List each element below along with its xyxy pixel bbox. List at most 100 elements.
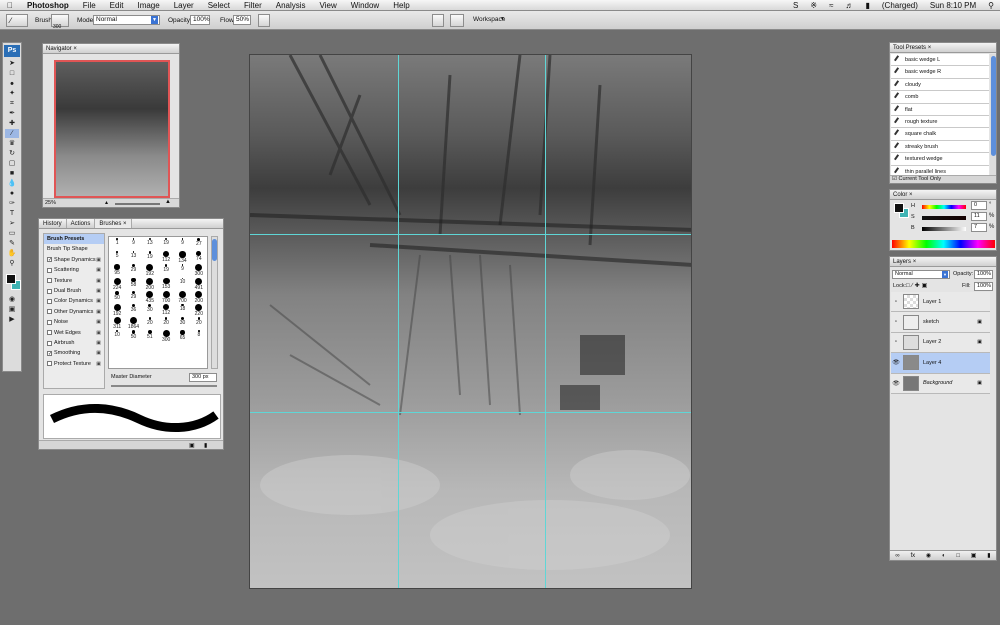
new-preset-icon[interactable]: ▣: [189, 442, 195, 449]
marquee-icon[interactable]: □: [5, 69, 19, 78]
folder-icon[interactable]: □: [956, 553, 960, 559]
brush-preset[interactable]: 1864: [125, 316, 141, 330]
guide-vertical[interactable]: [545, 55, 546, 588]
brush-presets-item[interactable]: Brush Presets: [44, 234, 104, 245]
lock-icon[interactable]: ▣: [96, 359, 101, 369]
current-tool-only-checkbox[interactable]: ☑: [892, 176, 897, 182]
brush-preset[interactable]: 1: [109, 237, 125, 250]
brush-preset[interactable]: 224: [109, 277, 125, 291]
brush-preset[interactable]: 36: [125, 303, 141, 316]
brush-preset[interactable]: 20: [158, 316, 174, 329]
tool-preset-picker[interactable]: ∕: [6, 14, 28, 27]
brush-preset[interactable]: 20: [142, 316, 158, 329]
trash-icon[interactable]: ▮: [987, 552, 990, 559]
zoom-icon[interactable]: ⚲: [5, 259, 19, 268]
lock-options-icon[interactable]: □∕✚▣: [906, 282, 929, 289]
wet-edges-item[interactable]: Wet Edges ▣: [44, 328, 104, 338]
zoom-out-icon[interactable]: ▴: [105, 199, 108, 206]
lock-icon[interactable]: ▣: [96, 276, 101, 286]
blend-mode-select[interactable]: Normal ▼: [892, 270, 950, 279]
checkbox[interactable]: [47, 319, 52, 325]
tool-preset-item[interactable]: streaky brush: [891, 140, 989, 154]
visibility-toggle[interactable]: ▫: [891, 339, 901, 345]
brush-preset[interactable]: 200: [142, 277, 158, 291]
app-menu[interactable]: Photoshop: [20, 1, 76, 10]
tool-preset-item[interactable]: cloudy: [891, 78, 989, 92]
b-field[interactable]: 7: [971, 223, 987, 232]
dodge-icon[interactable]: ●: [5, 189, 19, 198]
saturation-slider[interactable]: [922, 216, 966, 220]
document-canvas[interactable]: [249, 54, 692, 589]
brush-preset[interactable]: 112: [158, 250, 174, 263]
close-icon[interactable]: ×: [73, 46, 77, 52]
battery-icon[interactable]: ▮: [859, 1, 875, 10]
brush-preset[interactable]: 19: [158, 263, 174, 276]
mode-select[interactable]: Normal ▼: [93, 15, 160, 25]
zoom-in-icon[interactable]: ▲: [165, 199, 171, 205]
menu-filter[interactable]: Filter: [237, 1, 269, 10]
brush-preset[interactable]: 30: [174, 316, 190, 329]
close-icon[interactable]: ×: [928, 45, 932, 51]
color-tab[interactable]: Color: [893, 192, 907, 198]
brush-preset[interactable]: 10: [109, 329, 125, 342]
brush-preset[interactable]: 30: [142, 303, 158, 316]
brush-preset[interactable]: 27: [191, 237, 207, 250]
stamp-icon[interactable]: ♛: [5, 139, 19, 148]
lock-icon[interactable]: ▣: [96, 265, 101, 275]
fx-icon[interactable]: fx: [910, 553, 915, 559]
brush-preset[interactable]: 435: [142, 290, 158, 304]
menu-analysis[interactable]: Analysis: [269, 1, 313, 10]
layer-row[interactable]: 👁 Layer 4: [891, 353, 990, 374]
brush-preset[interactable]: 58: [125, 277, 141, 290]
notes-icon[interactable]: ✎: [5, 239, 19, 248]
guide-horizontal[interactable]: [250, 412, 691, 413]
tool-preset-item[interactable]: rough texture: [891, 115, 989, 129]
new-layer-icon[interactable]: ▣: [971, 552, 977, 559]
apple-icon[interactable]: : [0, 1, 20, 10]
palette-toggle-button[interactable]: [432, 14, 444, 27]
color-dynamics-item[interactable]: Color Dynamics ▣: [44, 296, 104, 306]
brush-preset[interactable]: 19: [142, 250, 158, 263]
brush-preset[interactable]: 50: [109, 290, 125, 303]
menu-edit[interactable]: Edit: [103, 1, 131, 10]
lock-icon[interactable]: ▣: [96, 307, 101, 317]
texture-item[interactable]: Texture ▣: [44, 276, 104, 286]
brush-preset[interactable]: 491: [191, 277, 207, 291]
eyedropper-icon[interactable]: ✒: [5, 109, 19, 118]
guide-vertical[interactable]: [398, 55, 399, 588]
visibility-toggle[interactable]: ▫: [891, 319, 901, 325]
pen-icon[interactable]: ✑: [5, 199, 19, 208]
scattering-item[interactable]: Scattering ▣: [44, 265, 104, 275]
magic-wand-icon[interactable]: ✦: [5, 89, 19, 98]
tool-preset-item[interactable]: square chalk: [891, 128, 989, 141]
imageready-icon[interactable]: ▶: [5, 315, 19, 324]
eye-icon[interactable]: 👁: [891, 380, 901, 387]
lasso-icon[interactable]: ⦁: [5, 79, 19, 88]
bluetooth-icon[interactable]: ※: [804, 1, 823, 10]
zoom-slider[interactable]: [115, 203, 160, 205]
brush-preset[interactable]: 300: [158, 329, 174, 343]
trash-icon[interactable]: ▮: [204, 442, 207, 449]
other-dynamics-item[interactable]: Other Dynamics ▣: [44, 307, 104, 317]
brush-preset[interactable]: 65: [174, 329, 190, 342]
layer-opacity-field[interactable]: 100%: [974, 270, 993, 279]
tool-presets-scrollbar[interactable]: [990, 54, 996, 178]
healing-icon[interactable]: ✚: [5, 119, 19, 128]
checkbox[interactable]: [47, 278, 52, 284]
tool-preset-item[interactable]: basic wedge L: [891, 54, 989, 67]
script-icon[interactable]: S: [787, 1, 804, 10]
guide-horizontal[interactable]: [250, 234, 691, 235]
mask-icon[interactable]: ◉: [926, 552, 931, 559]
move-icon[interactable]: ➤: [5, 59, 19, 68]
spotlight-icon[interactable]: ⚲: [982, 1, 1000, 10]
tool-preset-item[interactable]: basic wedge R: [891, 66, 989, 79]
close-icon[interactable]: ×: [913, 259, 917, 265]
layer-row[interactable]: ▫ Layer 1: [891, 292, 990, 313]
smoothing-item[interactable]: ✓ Smoothing ▣: [44, 348, 104, 358]
tool-presets-tab[interactable]: Tool Presets: [893, 45, 926, 51]
menu-clock[interactable]: Sun 8:10 PM: [924, 1, 982, 10]
brush-preset[interactable]: 95: [109, 263, 125, 276]
hue-slider[interactable]: [922, 205, 966, 209]
color-ramp[interactable]: [892, 240, 995, 248]
color-swatches[interactable]: [3, 272, 21, 294]
